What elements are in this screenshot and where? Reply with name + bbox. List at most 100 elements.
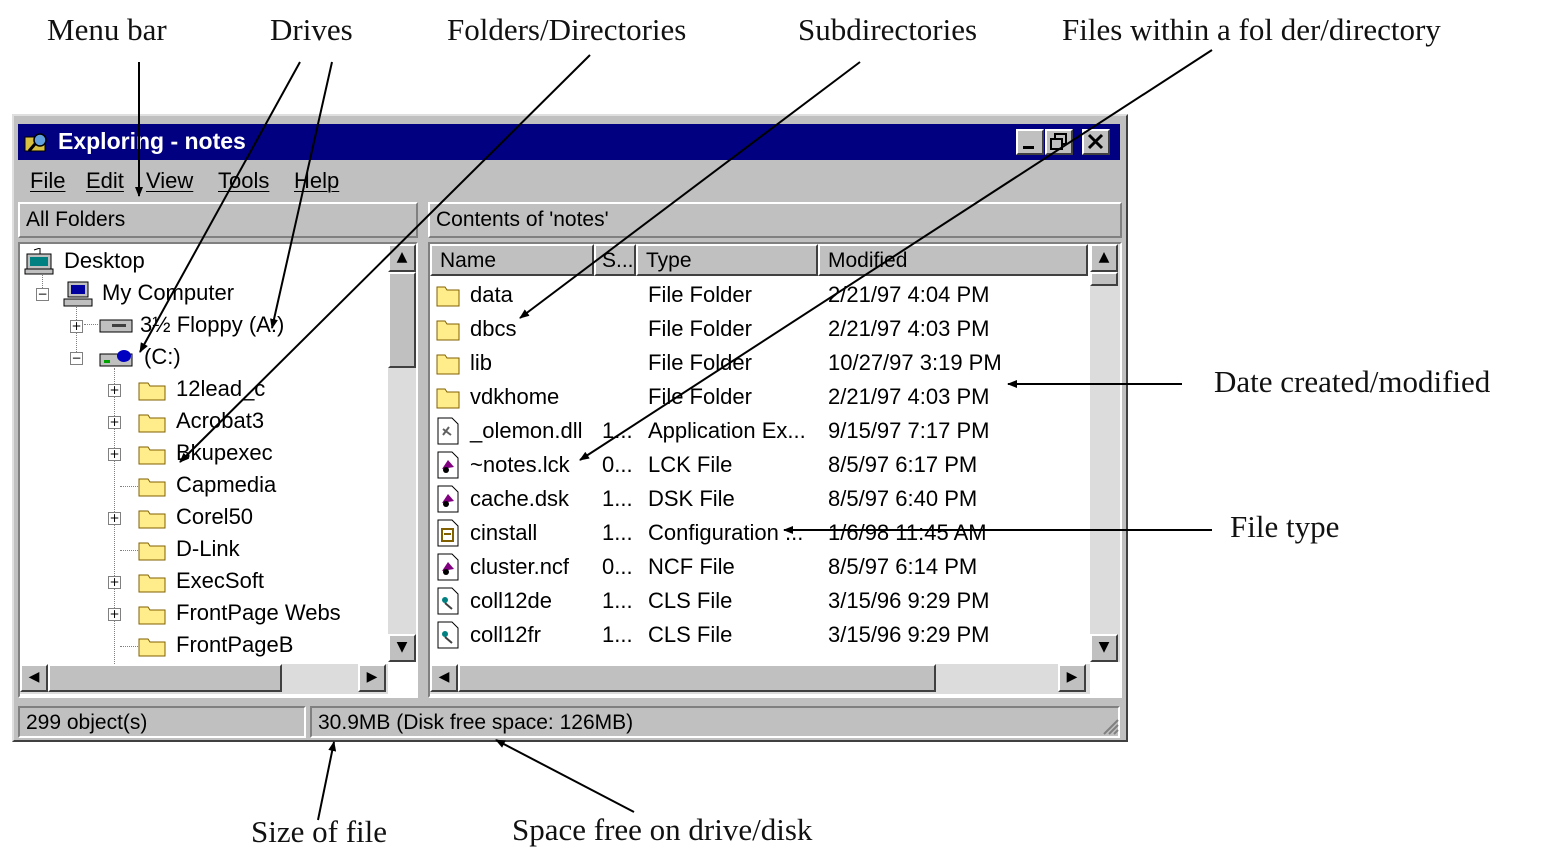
collapse-icon[interactable]: − (70, 352, 83, 365)
all-folders-header: All Folders (18, 202, 418, 238)
file-row[interactable]: _olemon.dll 1... Application Ex... 9/15/… (430, 414, 1086, 448)
collapse-icon[interactable]: − (36, 288, 49, 301)
folder-icon (436, 286, 460, 307)
tree-item-my-computer[interactable]: − My Computer (20, 278, 390, 310)
expand-icon[interactable]: + (108, 608, 121, 621)
scroll-thumb[interactable] (48, 664, 282, 692)
file-type: CLS File (648, 622, 733, 647)
tree-item-folder[interactable]: D-Link (20, 534, 390, 566)
expand-icon[interactable]: + (70, 320, 83, 333)
file-row[interactable]: cinstall 1... Configuration ... 1/6/98 1… (430, 516, 1086, 550)
scroll-left-button[interactable]: ◀ (20, 664, 48, 692)
tree-item-folder[interactable]: FrontPageB (20, 630, 390, 662)
annotation-size: Size of file (251, 814, 388, 849)
annotation-subdirectories: Subdirectories (798, 12, 978, 47)
expand-icon[interactable]: + (108, 512, 121, 525)
file-row[interactable]: dbcs File Folder 2/21/97 4:03 PM (430, 312, 1086, 346)
config-file-icon (437, 519, 459, 547)
file-row[interactable]: ~notes.lck 0... LCK File 8/5/97 6:17 PM (430, 448, 1086, 482)
tree-item-folder[interactable]: Capmedia (20, 470, 390, 502)
arrow-space (495, 739, 635, 813)
tree-item-label: ExecSoft (176, 568, 265, 593)
scroll-left-button[interactable]: ◀ (430, 664, 458, 692)
file-name: _olemon.dll (470, 418, 583, 443)
file-row[interactable]: cluster.ncf 0... NCF File 8/5/97 6:14 PM (430, 550, 1086, 584)
scroll-down-button[interactable]: ▼ (388, 634, 416, 662)
scroll-right-button[interactable]: ▶ (1058, 664, 1086, 692)
tree-item-folder[interactable]: + 12lead_c (20, 374, 390, 406)
column-size[interactable]: S... (594, 244, 636, 276)
file-type: Configuration ... (648, 520, 804, 545)
tree-item-folder[interactable]: + ExecSoft (20, 566, 390, 598)
menu-file[interactable]: File (30, 168, 65, 194)
tree-item-c-drive[interactable]: − (C:) (20, 342, 390, 374)
scroll-down-button[interactable]: ▼ (1090, 634, 1118, 662)
folder-icon (436, 320, 460, 341)
tree-item-folder[interactable]: + FrontPage Webs (20, 598, 390, 630)
tree-vertical-scrollbar[interactable]: ▲ ▼ (388, 244, 416, 662)
file-modified: 8/5/97 6:17 PM (828, 452, 978, 477)
scroll-thumb[interactable] (1090, 272, 1118, 286)
tree-item-floppy[interactable]: + 3½ Floppy (A:) (20, 310, 390, 342)
column-type[interactable]: Type (636, 244, 818, 276)
file-row[interactable]: cache.dsk 1... DSK File 8/5/97 6:40 PM (430, 482, 1086, 516)
scroll-up-button[interactable]: ▲ (388, 244, 416, 272)
folder-tree[interactable]: Desktop − My Computer + 3½ Floppy (A:) − (18, 242, 418, 698)
folder-icon (138, 382, 166, 401)
menu-edit[interactable]: Edit (86, 168, 124, 194)
file-row[interactable]: vdkhome File Folder 2/21/97 4:03 PM (430, 380, 1086, 414)
title-bar[interactable]: Exploring - notes (18, 124, 1120, 160)
file-modified: 8/5/97 6:40 PM (828, 486, 978, 511)
list-horizontal-scrollbar[interactable]: ◀ ▶ (430, 664, 1090, 694)
tree-item-label: Acrobat3 (176, 408, 265, 433)
file-size: 0... (602, 554, 633, 579)
tree-item-folder[interactable]: + Acrobat3 (20, 406, 390, 438)
menu-tools[interactable]: Tools (218, 168, 269, 194)
resize-grip-icon[interactable] (1100, 716, 1120, 736)
file-name: data (470, 282, 513, 307)
scroll-thumb[interactable] (458, 664, 936, 692)
menu-help[interactable]: Help (294, 168, 339, 194)
file-row[interactable]: coll12de 1... CLS File 3/15/96 9:29 PM (430, 584, 1086, 618)
file-size: 1... (602, 486, 633, 511)
file-modified: 2/21/97 4:04 PM (828, 282, 990, 307)
tree-item-label: Corel50 (176, 504, 254, 529)
expand-icon[interactable]: + (108, 416, 121, 429)
minimize-button[interactable] (1016, 129, 1044, 155)
file-modified: 9/15/97 7:17 PM (828, 418, 990, 443)
expand-icon[interactable]: + (108, 448, 121, 461)
notes-file-icon (437, 451, 459, 479)
file-row[interactable]: lib File Folder 10/27/97 3:19 PM (430, 346, 1086, 380)
tree-item-label: (C:) (144, 344, 181, 369)
file-row[interactable]: data File Folder 2/21/97 4:04 PM (430, 278, 1086, 312)
column-name[interactable]: Name (430, 244, 594, 276)
folder-icon (436, 354, 460, 375)
list-vertical-scrollbar[interactable]: ▲ ▼ (1090, 244, 1120, 662)
file-row[interactable]: coll12fr 1... CLS File 3/15/96 9:29 PM (430, 618, 1086, 652)
tree-horizontal-scrollbar[interactable]: ◀ ▶ (20, 664, 388, 694)
close-button[interactable] (1082, 129, 1110, 155)
scroll-thumb[interactable] (388, 272, 416, 368)
expand-icon[interactable]: + (108, 576, 121, 589)
file-list[interactable]: Name S... Type Modified data File Folder… (428, 242, 1122, 698)
tree-item-label: 3½ Floppy (A:) (140, 312, 285, 337)
file-name: ~notes.lck (470, 452, 570, 477)
expand-icon[interactable]: + (108, 384, 121, 397)
annotation-files: Files within a fol der/directory (1062, 12, 1441, 47)
file-type: File Folder (648, 282, 752, 307)
maximize-button[interactable] (1045, 129, 1073, 155)
tree-item-desktop[interactable]: Desktop (20, 246, 390, 278)
tree-item-label: My Computer (102, 280, 235, 305)
scroll-right-button[interactable]: ▶ (358, 664, 386, 692)
column-modified[interactable]: Modified (818, 244, 1088, 276)
tree-item-folder[interactable]: + Corel50 (20, 502, 390, 534)
file-type: DSK File (648, 486, 735, 511)
menu-view[interactable]: View (146, 168, 193, 194)
folder-icon (138, 542, 166, 561)
file-modified: 10/27/97 3:19 PM (828, 350, 1002, 375)
scroll-up-button[interactable]: ▲ (1090, 244, 1118, 272)
floppy-drive-icon (99, 319, 133, 333)
tree-item-folder[interactable]: + Bkupexec (20, 438, 390, 470)
file-type: File Folder (648, 350, 752, 375)
notes-file-icon (437, 553, 459, 581)
